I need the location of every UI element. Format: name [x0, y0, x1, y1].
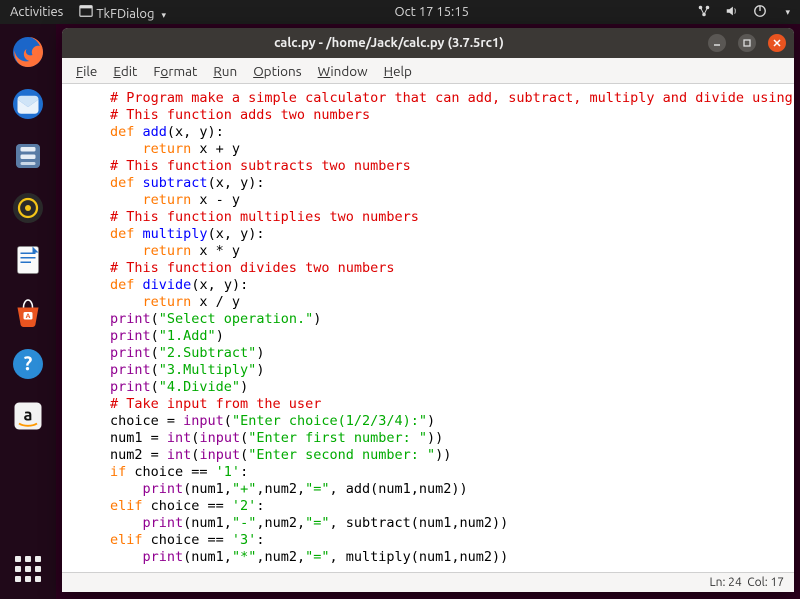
- menubar: File Edit Format Run Options Window Help: [62, 58, 794, 84]
- menu-file[interactable]: File: [76, 63, 97, 79]
- menu-format[interactable]: Format: [153, 63, 197, 79]
- window-minimize-button[interactable]: [708, 34, 726, 52]
- activities-button[interactable]: Activities: [10, 5, 63, 19]
- volume-icon[interactable]: [725, 4, 739, 21]
- system-menu-chevron-icon[interactable]: ▾: [785, 7, 790, 18]
- code-editor[interactable]: # Program make a simple calculator that …: [62, 84, 794, 572]
- app-menu-icon: [79, 7, 93, 21]
- status-col-label: Col:: [747, 576, 767, 589]
- svg-text:A: A: [26, 313, 31, 320]
- status-col-value: 17: [770, 576, 784, 589]
- network-icon[interactable]: [697, 4, 711, 21]
- window-title: calc.py - /home/Jack/calc.py (3.7.5rc1): [70, 36, 708, 50]
- menu-window[interactable]: Window: [318, 63, 368, 79]
- menu-edit[interactable]: Edit: [113, 63, 137, 79]
- app-menu[interactable]: TkFDialog ▾: [79, 4, 166, 21]
- dock-software[interactable]: A: [6, 290, 50, 334]
- dock-amazon[interactable]: a: [6, 394, 50, 438]
- dock-help[interactable]: ?: [6, 342, 50, 386]
- clock[interactable]: Oct 17 15:15: [166, 5, 698, 19]
- dock-firefox[interactable]: [6, 30, 50, 74]
- status-line-label: Ln:: [710, 576, 726, 589]
- show-applications-button[interactable]: [6, 547, 50, 591]
- menu-help[interactable]: Help: [384, 63, 412, 79]
- menu-options[interactable]: Options: [253, 63, 301, 79]
- svg-text:a: a: [24, 407, 33, 425]
- status-line-value: 24: [728, 576, 742, 589]
- window-close-button[interactable]: [768, 34, 786, 52]
- svg-text:?: ?: [24, 352, 33, 374]
- menu-run[interactable]: Run: [213, 63, 237, 79]
- ubuntu-dock: A ? a: [0, 24, 56, 599]
- dock-rhythmbox[interactable]: [6, 186, 50, 230]
- window-maximize-button[interactable]: [738, 34, 756, 52]
- power-icon[interactable]: [753, 4, 767, 21]
- status-bar: Ln: 24 Col: 17: [62, 572, 794, 592]
- window-titlebar[interactable]: calc.py - /home/Jack/calc.py (3.7.5rc1): [62, 28, 794, 58]
- dock-libreoffice-writer[interactable]: [6, 238, 50, 282]
- idle-editor-window: calc.py - /home/Jack/calc.py (3.7.5rc1) …: [62, 28, 794, 592]
- gnome-top-panel: Activities TkFDialog ▾ Oct 17 15:15 ▾: [0, 0, 800, 24]
- dock-thunderbird[interactable]: [6, 82, 50, 126]
- dock-files[interactable]: [6, 134, 50, 178]
